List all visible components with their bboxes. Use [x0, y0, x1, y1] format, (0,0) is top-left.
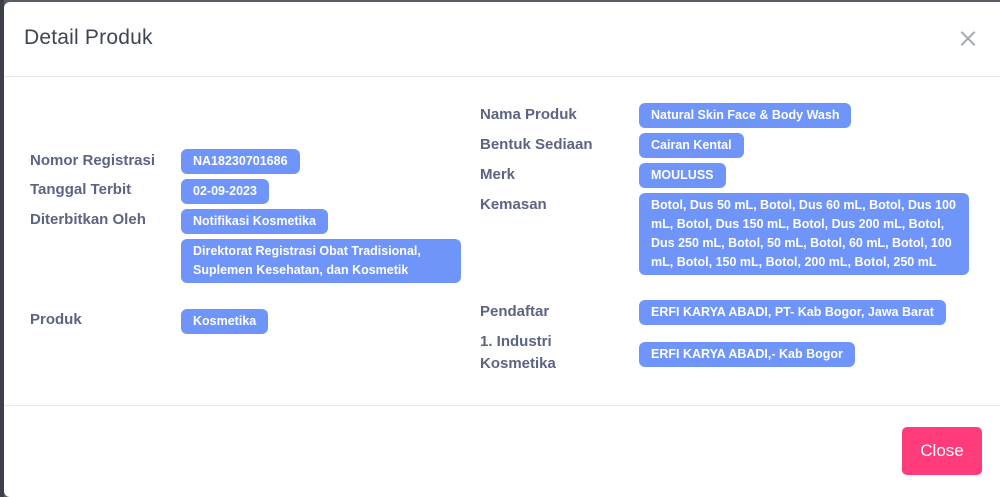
- label-pendaftar: Pendaftar: [480, 303, 550, 320]
- value-diterbitkan-oleh-direktorat: Direktorat Registrasi Obat Tradisional, …: [181, 239, 461, 283]
- value-industri-kosmetika: ERFI KARYA ABADI,- Kab Bogor: [639, 342, 855, 367]
- label-tanggal-terbit: Tanggal Terbit: [30, 181, 132, 198]
- label-diterbitkan-oleh: Diterbitkan Oleh: [30, 211, 146, 228]
- value-kemasan: Botol, Dus 50 mL, Botol, Dus 60 mL, Boto…: [639, 193, 969, 275]
- label-kemasan: Kemasan: [480, 196, 547, 213]
- label-nomor-registrasi: Nomor Registrasi: [30, 152, 156, 169]
- modal-body: Nomor Registrasi NA18230701686 Tanggal T…: [4, 77, 1000, 406]
- modal-title: Detail Produk: [24, 26, 153, 49]
- value-tanggal-terbit: 02-09-2023: [181, 179, 269, 204]
- close-button[interactable]: Close: [902, 427, 982, 475]
- value-nama-produk: Natural Skin Face & Body Wash: [639, 103, 852, 128]
- label-merk: Merk: [480, 166, 516, 183]
- value-pendaftar: ERFI KARYA ABADI, PT- Kab Bogor, Jawa Ba…: [639, 300, 946, 325]
- close-icon[interactable]: [958, 28, 978, 48]
- label-nama-produk: Nama Produk: [480, 106, 577, 123]
- product-detail-modal: Detail Produk Nomor Registrasi NA1823070…: [4, 2, 1000, 497]
- value-diterbitkan-oleh: Notifikasi Kosmetika: [181, 209, 328, 234]
- value-bentuk-sediaan: Cairan Kental: [639, 133, 744, 158]
- modal-header: Detail Produk: [4, 2, 1000, 77]
- value-merk: MOULUSS: [639, 163, 726, 188]
- label-bentuk-sediaan: Bentuk Sediaan: [480, 136, 593, 153]
- value-nomor-registrasi: NA18230701686: [181, 149, 300, 174]
- modal-footer: Close: [4, 406, 1000, 497]
- value-produk: Kosmetika: [181, 309, 269, 334]
- label-industri-kosmetika: 1. Industri Kosmetika: [480, 333, 556, 372]
- label-produk: Produk: [30, 311, 82, 328]
